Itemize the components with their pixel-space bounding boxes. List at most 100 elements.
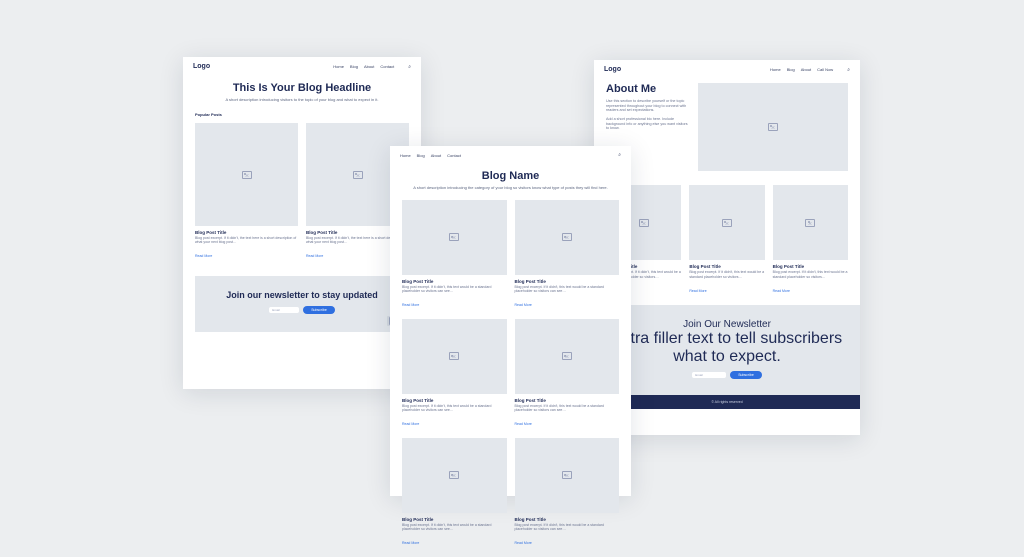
post-card[interactable]: Blog Post Title Blog post excerpt. If it… (402, 319, 507, 430)
read-more-link[interactable]: Read More (402, 422, 419, 426)
hero: This Is Your Blog Headline A short descr… (183, 74, 421, 108)
newsletter-sub: Extra filler text to tell subscribers wh… (604, 330, 850, 366)
nav-item-about[interactable]: About (364, 64, 374, 69)
image-placeholder (402, 438, 507, 513)
section-label: Popular Posts (183, 108, 421, 119)
image-icon (562, 352, 572, 360)
post-excerpt: Blog post excerpt. If it didn't, this te… (773, 270, 848, 278)
image-icon (353, 171, 363, 179)
read-more-link[interactable]: Read More (195, 254, 212, 258)
nav-item-blog[interactable]: Blog (350, 64, 358, 69)
about-paragraph: Add a short professional bio here. Inclu… (606, 117, 688, 131)
footer: © All rights reserved (594, 395, 860, 409)
image-placeholder (689, 185, 764, 260)
image-icon (449, 233, 459, 241)
header: Logo Home Blog About Call Now ⌕ (594, 60, 860, 77)
post-grid: Blog Post Title Blog post excerpt. If it… (183, 119, 421, 270)
nav-item-about[interactable]: About (431, 153, 441, 158)
post-excerpt: Blog post excerpt. If it didn't, this te… (402, 404, 507, 412)
post-card[interactable]: Blog Post Title Blog post excerpt. If it… (773, 185, 848, 297)
post-title: Blog Post Title (515, 398, 620, 403)
image-placeholder (698, 83, 848, 171)
page-headline: This Is Your Blog Headline (201, 82, 403, 94)
image-icon (768, 123, 778, 131)
post-excerpt: Blog post excerpt. If it didn't, this te… (515, 285, 620, 293)
search-icon[interactable]: ⌕ (618, 152, 621, 158)
image-placeholder (515, 200, 620, 275)
template-about: Logo Home Blog About Call Now ⌕ About Me… (594, 60, 860, 435)
post-card[interactable]: Blog Post Title Blog post excerpt. If it… (402, 438, 507, 549)
post-card[interactable]: Blog Post Title Blog post excerpt. If it… (689, 185, 764, 297)
read-more-link[interactable]: Read More (515, 303, 532, 307)
nav-item-contact[interactable]: Contact (447, 153, 461, 158)
post-card[interactable]: Blog Post Title Blog post excerpt. If it… (195, 123, 298, 262)
post-grid: Blog Post Title Blog post excerpt. If it… (594, 181, 860, 305)
image-icon (449, 352, 459, 360)
post-card[interactable]: Blog Post Title Blog post excerpt. If it… (515, 319, 620, 430)
post-excerpt: Blog post excerpt. If it didn't, this te… (402, 285, 507, 293)
about-paragraph: Use this section to describe yourself or… (606, 99, 688, 113)
nav-item-home[interactable]: Home (770, 67, 781, 72)
image-placeholder (402, 319, 507, 394)
nav-item-home[interactable]: Home (400, 153, 411, 158)
email-input[interactable]: Email (269, 307, 299, 313)
subscribe-button[interactable]: Subscribe (730, 371, 762, 379)
image-placeholder (515, 438, 620, 513)
template-blog-home: Logo Home Blog About Contact ⌕ This Is Y… (183, 57, 421, 389)
nav-item-about[interactable]: About (801, 67, 811, 72)
image-icon (562, 233, 572, 241)
newsletter-block: Join Our Newsletter Extra filler text to… (594, 305, 860, 395)
image-placeholder (402, 200, 507, 275)
read-more-link[interactable]: Read More (402, 303, 419, 307)
image-icon (805, 219, 815, 227)
nav-item-blog[interactable]: Blog (417, 153, 425, 158)
read-more-link[interactable]: Read More (773, 289, 790, 293)
newsletter-heading: Join our newsletter to stay updated (205, 290, 399, 300)
logo[interactable]: Logo (193, 63, 210, 70)
read-more-link[interactable]: Read More (306, 254, 323, 258)
read-more-link[interactable]: Read More (515, 541, 532, 545)
post-title: Blog Post Title (515, 279, 620, 284)
post-excerpt: Blog post excerpt. If it didn't, this te… (402, 523, 507, 531)
logo[interactable]: Logo (604, 66, 621, 73)
nav-item-contact[interactable]: Contact (380, 64, 394, 69)
post-card[interactable]: Blog Post Title Blog post excerpt. If it… (515, 200, 620, 311)
nav: Home Blog About Call Now (770, 67, 833, 72)
image-icon (562, 471, 572, 479)
subscribe-button[interactable]: Subscribe (303, 306, 335, 314)
post-title: Blog Post Title (195, 230, 298, 235)
nav-item-home[interactable]: Home (333, 64, 344, 69)
newsletter-heading: Join Our Newsletter (604, 319, 850, 330)
email-input[interactable]: Email (692, 372, 726, 378)
image-icon (449, 471, 459, 479)
nav-item-blog[interactable]: Blog (787, 67, 795, 72)
search-icon[interactable]: ⌕ (847, 67, 850, 73)
image-icon (722, 219, 732, 227)
nav-item-cta[interactable]: Call Now (817, 67, 833, 72)
search-icon[interactable]: ⌕ (408, 64, 411, 70)
post-title: Blog Post Title (402, 517, 507, 522)
hero: Blog Name A short description introducin… (390, 162, 631, 196)
read-more-link[interactable]: Read More (515, 422, 532, 426)
image-placeholder (773, 185, 848, 260)
image-icon (639, 219, 649, 227)
post-excerpt: Blog post excerpt. If it didn't, this te… (689, 270, 764, 278)
read-more-link[interactable]: Read More (402, 541, 419, 545)
post-title: Blog Post Title (402, 279, 507, 284)
post-title: Blog Post Title (515, 517, 620, 522)
post-card[interactable]: Blog Post Title Blog post excerpt. If it… (515, 438, 620, 549)
post-title: Blog Post Title (402, 398, 507, 403)
read-more-link[interactable]: Read More (689, 289, 706, 293)
image-placeholder (515, 319, 620, 394)
post-card[interactable]: Blog Post Title Blog post excerpt. If it… (402, 200, 507, 311)
header: Home Blog About Contact ⌕ (390, 146, 631, 162)
nav: Home Blog About Contact (333, 64, 394, 69)
page-headline: Blog Name (408, 170, 613, 182)
post-title: Blog Post Title (773, 264, 848, 269)
post-excerpt: Blog post excerpt. If it didn't, the tex… (195, 236, 298, 244)
nav: Home Blog About Contact (400, 153, 461, 158)
post-grid: Blog Post Title Blog post excerpt. If it… (390, 196, 631, 557)
about-heading: About Me (606, 83, 688, 95)
page-subheading: A short description introducing the cate… (408, 185, 613, 190)
post-title: Blog Post Title (689, 264, 764, 269)
